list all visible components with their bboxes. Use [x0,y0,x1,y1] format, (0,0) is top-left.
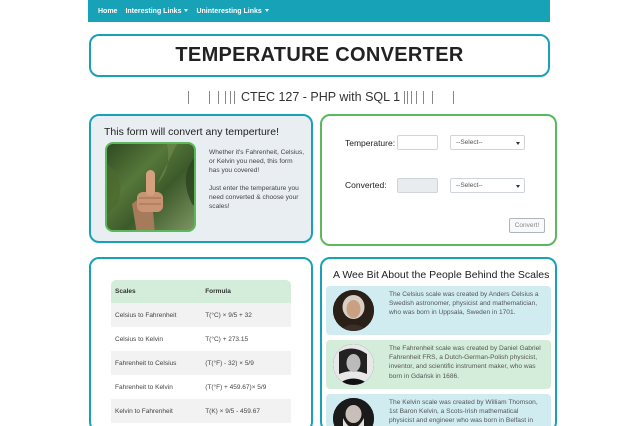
fahrenheit-portrait [333,344,374,385]
nav-uninteresting-links-dropdown[interactable]: Uninteresting Links [196,7,269,15]
from-scale-selected: --Select-- [456,139,483,146]
nav-home[interactable]: Home [98,8,117,15]
info-heading: This form will convert any temperture! [104,126,280,138]
portrait-illustration [333,344,374,385]
navbar: Home Interesting Links Uninteresting Lin… [88,0,550,22]
celsius-bio: The Celsius scale was created by Anders … [389,291,539,317]
people-heading: A Wee Bit About the People Behind the Sc… [333,269,550,281]
nav-interesting-links-dropdown[interactable]: Interesting Links [125,7,189,15]
info-instructions: Just enter the temperature you need conv… [209,185,299,211]
scale-cell: Fahrenheit to Kelvin [115,383,173,391]
scale-cell: Fahrenheit to Celsius [111,351,202,375]
header-formula: Formula [201,280,291,303]
converted-output [397,178,438,193]
temperature-label: Temperature: [345,138,396,148]
thumbs-up-photo [105,142,196,232]
caret-down-icon [264,9,269,13]
fahrenheit-card: The Fahrenheit scale was created by Dani… [326,340,551,389]
kelvin-bio: The Kelvin scale was created by William … [389,399,538,425]
people-panel: A Wee Bit About the People Behind the Sc… [320,257,557,426]
page-title: TEMPERATURE CONVERTER [175,44,464,66]
portrait-illustration [333,398,374,426]
chevron-down-icon [516,142,520,145]
kelvin-card: The Kelvin scale was created by William … [326,394,551,426]
from-scale-select[interactable]: --Select-- [450,135,525,150]
table-row: Kelvin to Fahrenheit T(K) × 9/5 - 459.67 [111,399,291,423]
scale-cell: Celsius to Fahrenheit [111,303,202,327]
info-description: Whether it's Fahrenheit, Celsius, or Kel… [209,149,305,175]
nav-interesting-label: Interesting Links [125,7,182,15]
portrait-illustration [333,290,374,331]
kelvin-portrait [333,398,374,426]
info-panel: This form will convert any temperture! W… [89,114,313,243]
subtitle-row: CTEC 127 - PHP with SQL 1 [176,88,466,106]
course-subtitle: CTEC 127 - PHP with SQL 1 [240,90,401,104]
formula-cell: (T(°F) + 459.67)× 5/9 [205,383,267,391]
header-scales: Scales [111,280,202,303]
formula-table: Scales Formula Celsius to Fahrenheit T(°… [111,280,291,423]
left-bars-decoration [187,90,237,104]
nav-uninteresting-label: Uninteresting Links [196,7,262,15]
temperature-input[interactable] [397,135,438,150]
thumbs-up-illustration [107,144,194,230]
formula-cell: T(K) × 9/5 - 459.67 [201,399,291,423]
converter-form-panel: Temperature: --Select-- Converted: --Sel… [320,114,557,246]
formula-cell: T(°C) + 273.15 [205,335,249,343]
fahrenheit-bio: The Fahrenheit scale was created by Dani… [389,345,541,380]
convert-button[interactable]: Convert! [509,218,545,233]
converted-label: Converted: [345,180,387,190]
chevron-down-icon [516,185,520,188]
table-row: Celsius to Fahrenheit T(°C) × 9/5 + 32 [111,303,291,327]
celsius-card: The Celsius scale was created by Anders … [326,286,551,335]
to-scale-selected: --Select-- [456,182,483,189]
formula-cell: T(°C) × 9/5 + 32 [201,303,291,327]
table-row: Fahrenheit to Kelvin (T(°F) + 459.67)× 5… [111,375,291,399]
title-box: TEMPERATURE CONVERTER [89,34,550,77]
table-row: Fahrenheit to Celsius (T(°F) - 32) × 5/9 [111,351,291,375]
table-row: Celsius to Kelvin T(°C) + 273.15 [111,327,291,351]
formula-cell: (T(°F) - 32) × 5/9 [201,351,291,375]
to-scale-select[interactable]: --Select-- [450,178,525,193]
scale-cell: Kelvin to Fahrenheit [111,399,202,423]
caret-down-icon [184,9,189,13]
right-bars-decoration [404,90,455,104]
formula-table-panel: Scales Formula Celsius to Fahrenheit T(°… [89,257,313,426]
table-header-row: Scales Formula [111,280,291,303]
celsius-portrait [333,290,374,331]
scale-cell: Celsius to Kelvin [115,335,164,343]
